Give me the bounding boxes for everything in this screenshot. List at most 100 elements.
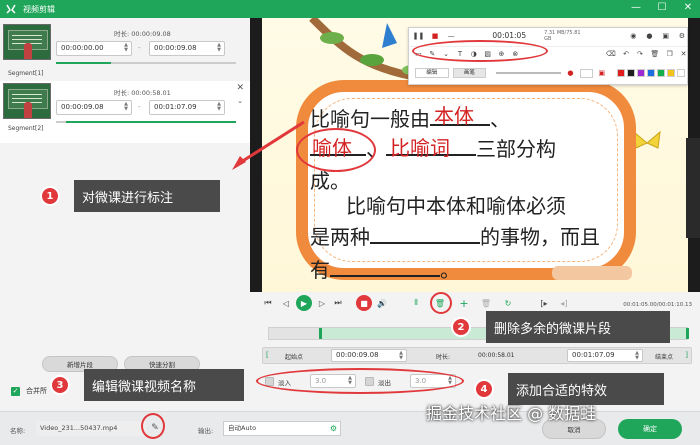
mark-in-icon[interactable]: [▸	[538, 297, 550, 309]
record-icon[interactable]: ●	[644, 30, 654, 41]
segment-item[interactable]: 时长: 00:00:09.08 00:00:00.00 ▲ ▼ - 00:00:09…	[0, 22, 250, 84]
mark-out-icon[interactable]: ◂]	[558, 297, 570, 309]
trim-duration-label: 时长:	[436, 354, 451, 361]
color-swatch[interactable]	[666, 69, 675, 77]
output-label: 输出:	[198, 427, 214, 435]
annotation-ellipse	[412, 40, 548, 62]
annotation-callout: 对微课进行标注	[74, 180, 220, 212]
settings-icon[interactable]: ⚙	[677, 30, 687, 41]
eraser-icon[interactable]: ⌫	[606, 48, 616, 59]
record-time: 00:01:05	[492, 31, 527, 40]
app-logo-icon	[6, 4, 16, 14]
segment-progress	[56, 121, 236, 123]
lesson-line-5: 是两种 的事物，而且	[310, 225, 600, 249]
volume-icon[interactable]: 🔊	[376, 297, 388, 309]
segment-thumbnail	[3, 83, 51, 119]
segment-start-input[interactable]: 00:00:09.08 ▲ ▼	[56, 100, 132, 115]
maximize-button[interactable]: ☐	[656, 2, 668, 14]
dot-icon: ●	[567, 69, 574, 77]
annotation-badge: 4	[474, 379, 494, 399]
annotation-ellipse	[141, 413, 165, 439]
name-label: 名称:	[10, 427, 26, 435]
step-forward-icon[interactable]: ▷	[316, 297, 328, 309]
time-display: 00:01:05.00/00:01:10.13	[623, 302, 692, 308]
close-button[interactable]: ✕	[682, 2, 694, 14]
lesson-line-4: 比喻句中本体和喻体必须	[346, 194, 566, 218]
watermark: 掘金技术社区 @ 数据蛙	[426, 404, 597, 423]
mode-tab-edit[interactable]: 编辑	[415, 68, 449, 78]
annotation-arrow	[232, 120, 305, 170]
go-to-end-icon[interactable]: ⏭	[332, 297, 344, 309]
segment-label: Segment[1]	[8, 70, 44, 77]
start-point-label: 起始点	[285, 354, 304, 361]
refresh-icon[interactable]: ↻	[502, 297, 514, 309]
confirm-button[interactable]: 确定	[618, 419, 682, 439]
add-icon[interactable]: +	[458, 297, 470, 310]
stop-button[interactable]: ■	[356, 295, 372, 311]
go-to-start-icon[interactable]: ⏮	[262, 297, 274, 309]
segment-panel: 时长: 00:00:09.08 00:00:00.00 ▲ ▼ - 00:00:09…	[0, 18, 250, 411]
split-icon[interactable]: ⫴	[410, 297, 422, 309]
trim-end-input[interactable]: 00:01:07.09 ▲ ▼	[567, 349, 643, 362]
close-icon[interactable]: ✕	[680, 48, 687, 59]
lesson-decoration	[552, 266, 632, 280]
trim-row: [ 起始点 00:00:09.08 ▲ ▼ 时长: 00:00:58.01 00:0…	[262, 347, 692, 364]
segment-item-selected[interactable]: ✕ ⌄ 时长: 00:00:58.01 00:00:09.08 ▲ ▼ - 00:0…	[0, 81, 250, 143]
annotation-ellipse	[256, 368, 464, 394]
presenter-silhouette	[686, 138, 700, 238]
storage-size: 7.31 MB/75.81 GB	[544, 29, 581, 42]
copy-icon[interactable]: ❐	[666, 48, 673, 59]
minimize-button[interactable]: —	[630, 2, 642, 14]
annotation-callout: 编辑微课视频名称	[84, 369, 244, 401]
annotation-ellipse	[296, 128, 376, 172]
window-title: 视频剪辑	[23, 4, 55, 14]
color-swatch[interactable]	[656, 69, 665, 77]
output-select[interactable]: 自动Auto ⚙	[223, 421, 341, 436]
color-swatch[interactable]	[626, 69, 635, 77]
segment-end-input[interactable]: 00:00:09.08 ▲ ▼	[149, 41, 225, 56]
minimize-icon[interactable]: —	[446, 30, 456, 41]
check-icon: ✓	[11, 386, 20, 396]
delete-icon[interactable]: 🗑	[650, 48, 659, 59]
merge-checkbox[interactable]: ✓ 合并所	[11, 386, 47, 396]
color-swatches[interactable]	[616, 69, 687, 77]
butterfly-illustration	[633, 130, 661, 149]
play-button[interactable]: ▶	[296, 295, 312, 311]
segment-thumbnail	[3, 24, 51, 60]
close-icon[interactable]: ✕	[236, 83, 244, 93]
end-point-label: 结束点	[655, 354, 674, 361]
lesson-line-6: 有。	[310, 258, 460, 282]
color-swatch[interactable]	[646, 69, 655, 77]
trim-start-input[interactable]: 00:00:09.08 ▲ ▼	[331, 349, 407, 362]
segment-end-input[interactable]: 00:01:07.09 ▲ ▼	[149, 100, 225, 115]
camera-icon[interactable]: ◉	[628, 30, 638, 41]
segment-label: Segment[2]	[8, 125, 44, 132]
color-swatch[interactable]	[636, 69, 645, 77]
chevron-down-icon[interactable]: ⌄	[237, 97, 243, 105]
undo-icon[interactable]: ↶	[623, 48, 630, 59]
size-input[interactable]	[579, 68, 593, 78]
mode-tab-brush[interactable]: 画笔	[452, 68, 487, 78]
annotation-badge: 1	[40, 186, 60, 206]
redo-icon[interactable]: ↷	[637, 48, 644, 59]
screen-icon[interactable]: ▣	[661, 30, 671, 41]
pause-icon[interactable]: ❚❚	[413, 30, 425, 41]
step-back-icon[interactable]: ◁	[280, 297, 292, 309]
segment-duration: 时长: 00:00:58.01	[114, 89, 171, 97]
trim-duration: 00:00:58.01	[478, 352, 515, 359]
annotation-badge: 2	[451, 317, 471, 337]
annotation-callout: 删除多余的微课片段	[486, 311, 670, 343]
color-swatch[interactable]	[676, 69, 685, 77]
stop-icon[interactable]: ■	[430, 30, 440, 41]
stroke-slider[interactable]	[496, 72, 562, 74]
segment-duration: 时长: 00:00:09.08	[114, 30, 171, 38]
gear-icon: ⚙	[329, 424, 337, 433]
color-picker-icon[interactable]: ▣	[597, 68, 607, 79]
trash-icon[interactable]: 🗑	[480, 297, 492, 309]
color-swatch[interactable]	[616, 69, 625, 77]
file-name-field[interactable]: Video_231...50437.mp4	[36, 421, 146, 436]
segment-start-input[interactable]: 00:00:00.00 ▲ ▼	[56, 41, 132, 56]
title-bar: 视频剪辑 — ☐ ✕	[0, 0, 700, 18]
segment-progress	[56, 62, 236, 64]
annotation-ellipse	[430, 292, 452, 314]
